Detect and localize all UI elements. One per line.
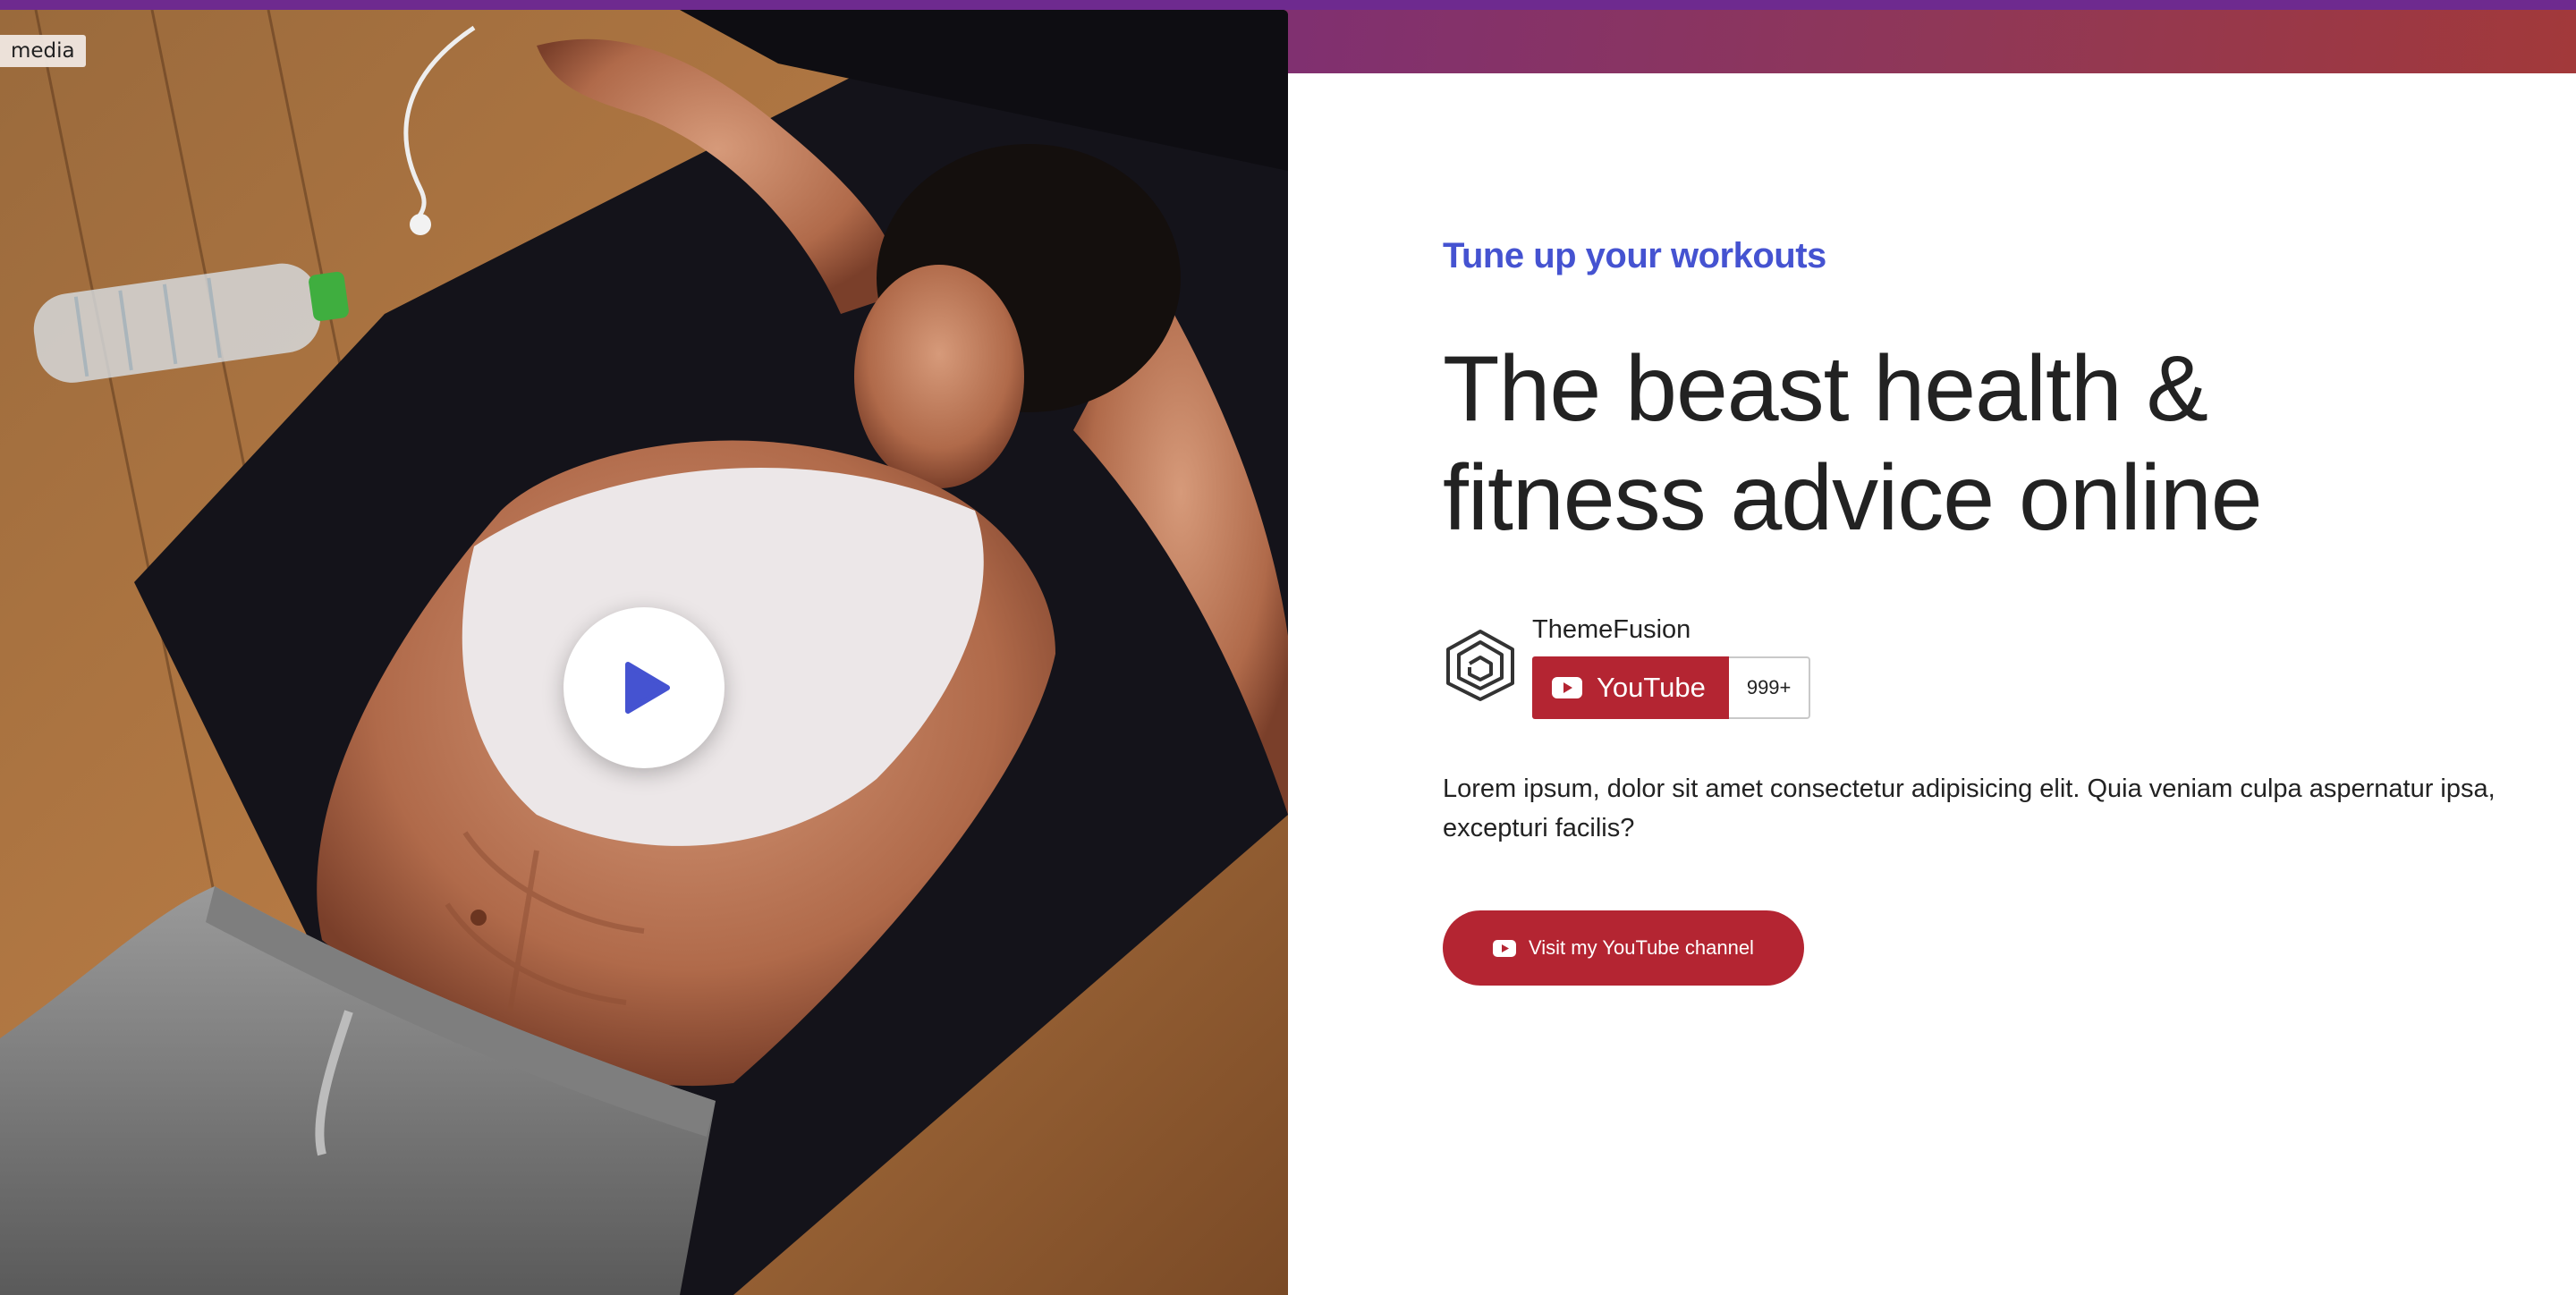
subscriber-count: 999+ bbox=[1728, 656, 1811, 719]
youtube-channel-widget: ThemeFusion YouTube 999+ bbox=[1443, 612, 2498, 728]
youtube-icon bbox=[1552, 677, 1582, 698]
youtube-subscribe-widget: YouTube 999+ bbox=[1532, 656, 1811, 719]
hero-eyebrow: Tune up your workouts bbox=[1443, 236, 1826, 275]
youtube-subscribe-label: YouTube bbox=[1597, 672, 1706, 703]
video-play-button[interactable] bbox=[564, 607, 724, 768]
hero-headline-line-1: The beast health & bbox=[1443, 337, 2208, 441]
visit-youtube-channel-button[interactable]: Visit my YouTube channel bbox=[1443, 910, 1804, 986]
hero-headline-line-2: fitness advice online bbox=[1443, 446, 2263, 550]
media-label-badge: media bbox=[0, 35, 86, 67]
play-icon bbox=[625, 662, 670, 714]
cta-label: Visit my YouTube channel bbox=[1529, 936, 1754, 959]
youtube-subscribe-button[interactable]: YouTube bbox=[1532, 656, 1729, 719]
youtube-icon bbox=[1493, 939, 1516, 957]
hero-headline: The beast health & fitness advice online bbox=[1443, 334, 2498, 553]
channel-name[interactable]: ThemeFusion bbox=[1532, 612, 1690, 648]
hero-content: Tune up your workouts The beast health &… bbox=[1443, 224, 2498, 986]
hero-description: Lorem ipsum, dolor sit amet consectetur … bbox=[1443, 774, 2496, 842]
header-top-strip bbox=[0, 0, 2576, 10]
themefusion-logo-icon[interactable] bbox=[1443, 628, 1518, 703]
